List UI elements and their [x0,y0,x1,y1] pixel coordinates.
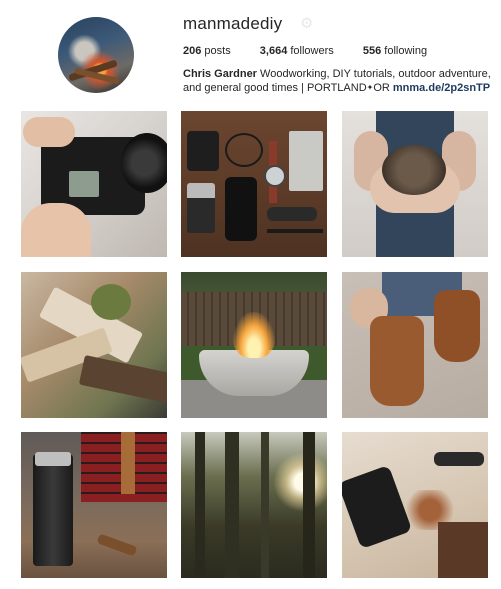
post-thumbnail[interactable] [181,432,327,578]
post-thumbnail[interactable] [21,272,167,418]
flask-lid [35,452,71,466]
sun [273,452,327,512]
earphones [225,133,263,167]
camera-lens [121,133,167,193]
boot [434,290,480,362]
posts-grid [0,0,501,589]
hedgehog [382,145,446,195]
keys [187,183,215,233]
flask [33,454,73,566]
post-thumbnail[interactable] [21,432,167,578]
post-thumbnail[interactable] [342,272,488,418]
watch-face [264,165,286,187]
hand-plane-top [434,452,484,466]
pen [267,229,323,233]
tree [195,432,205,578]
post-thumbnail[interactable] [21,111,167,257]
knife [267,207,317,221]
hand [23,117,75,147]
camera-screen [69,171,99,197]
moss [91,284,131,320]
wallet [187,131,219,171]
pocket-knife [96,533,138,557]
wood-block [438,522,488,578]
tree [261,432,269,578]
post-thumbnail[interactable] [181,111,327,257]
post-thumbnail[interactable] [181,272,327,418]
phone [225,177,257,241]
strap [121,432,135,494]
log [78,354,167,404]
tree [225,432,239,578]
hand [21,203,91,257]
post-thumbnail[interactable] [342,432,488,578]
boot [370,316,424,406]
tree [303,432,315,578]
post-thumbnail[interactable] [342,111,488,257]
flame [233,312,275,358]
notebook [289,131,323,191]
